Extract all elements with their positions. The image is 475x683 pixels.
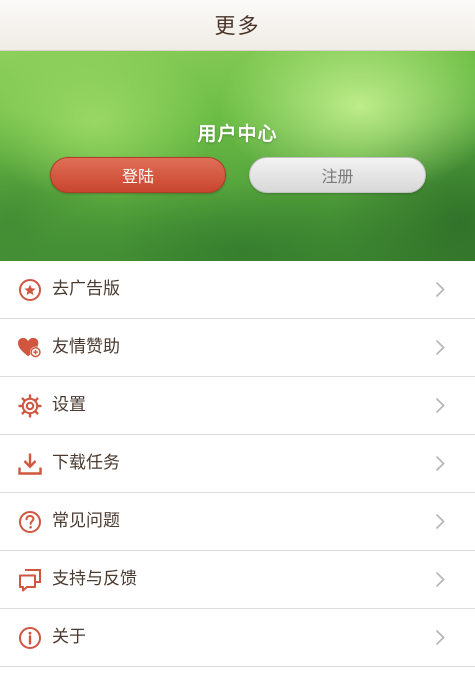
login-button-label: 登陆 (121, 167, 154, 186)
heart-plus-icon (18, 336, 42, 360)
menu-item-remove-ads[interactable]: 去广告版 (0, 261, 475, 319)
menu-item-settings[interactable]: 设置 (0, 377, 475, 435)
menu-item-label: 支持与反馈 (52, 569, 137, 589)
menu-item-label: 下载任务 (52, 453, 120, 473)
login-button[interactable]: 登陆 (50, 157, 226, 193)
chevron-right-icon (435, 339, 445, 356)
chevron-right-icon (435, 397, 445, 414)
menu-item-label: 去广告版 (52, 279, 120, 299)
chevron-right-icon (435, 571, 445, 588)
menu-item-feedback[interactable]: 支持与反馈 (0, 551, 475, 609)
menu-item-download-tasks[interactable]: 下载任务 (0, 435, 475, 493)
menu-item-label: 关于 (52, 627, 86, 647)
user-center-title: 用户中心 (197, 123, 278, 145)
register-button-label: 注册 (321, 167, 354, 186)
register-button[interactable]: 注册 (249, 157, 426, 193)
star-badge-icon (18, 278, 42, 302)
question-icon (18, 510, 42, 534)
menu-item-about[interactable]: 关于 (0, 609, 475, 667)
menu-item-label: 常见问题 (52, 511, 120, 531)
chevron-right-icon (435, 281, 445, 298)
menu-item-label: 友情赞助 (52, 337, 120, 357)
page-title: 更多 (214, 14, 261, 38)
download-icon (18, 452, 42, 476)
chevron-right-icon (435, 629, 445, 646)
menu-item-label: 设置 (52, 395, 86, 415)
gear-icon (18, 394, 42, 418)
nav-bar: 更多 (0, 0, 475, 51)
feedback-icon (18, 568, 42, 592)
user-center-banner: 用户中心 登陆 注册 (0, 51, 475, 261)
menu-item-sponsor[interactable]: 友情赞助 (0, 319, 475, 377)
chevron-right-icon (435, 455, 445, 472)
menu-list: 去广告版 友情赞助 设置 下载任务 常见问题 支持与反馈 关于 (0, 261, 475, 667)
chevron-right-icon (435, 513, 445, 530)
menu-item-faq[interactable]: 常见问题 (0, 493, 475, 551)
info-icon (18, 626, 42, 650)
